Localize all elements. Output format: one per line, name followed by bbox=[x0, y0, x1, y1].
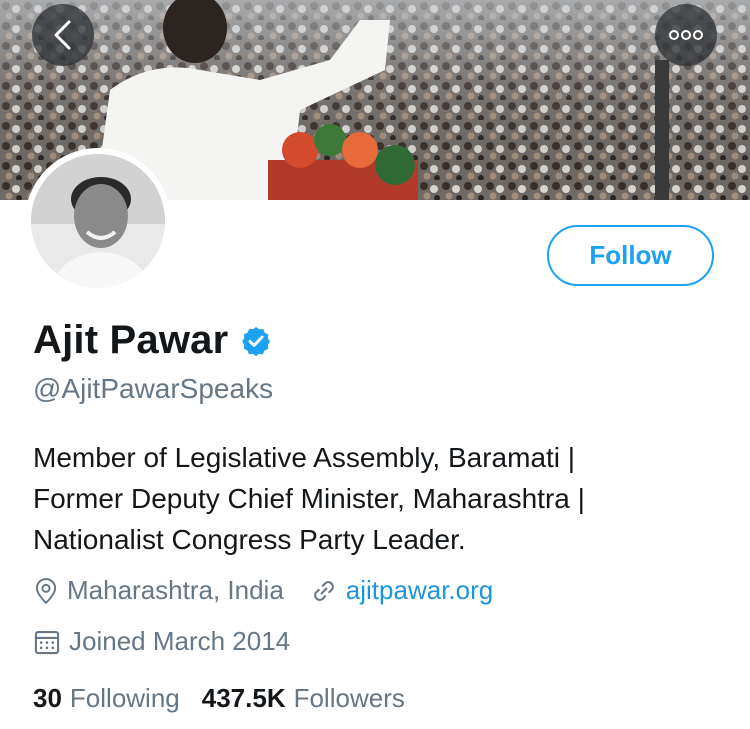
bio-line: Former Deputy Chief Minister, Maharashtr… bbox=[33, 483, 585, 514]
avatar-photo bbox=[31, 154, 165, 288]
profile-name-row: Ajit Pawar bbox=[33, 318, 272, 363]
follow-button[interactable]: Follow bbox=[547, 225, 714, 286]
profile-stats: 30 Following 437.5K Followers bbox=[33, 683, 405, 714]
joined-row: Joined March 2014 bbox=[33, 626, 290, 657]
website[interactable]: ajitpawar.org bbox=[310, 575, 493, 606]
back-button[interactable] bbox=[32, 4, 94, 66]
chevron-left-icon bbox=[54, 20, 71, 50]
followers-count: 437.5K bbox=[201, 683, 286, 713]
joined-text: Joined March 2014 bbox=[69, 626, 291, 656]
location-text: Maharashtra, India bbox=[67, 575, 284, 605]
followers-label: Followers bbox=[293, 683, 405, 713]
following-count: 30 bbox=[33, 683, 62, 713]
following-stat[interactable]: 30 Following bbox=[33, 683, 180, 714]
bio-line: Nationalist Congress Party Leader. bbox=[33, 524, 466, 555]
profile-bio: Member of Legislative Assembly, Baramati… bbox=[33, 437, 723, 560]
link-icon bbox=[310, 577, 338, 605]
more-horizontal-icon bbox=[669, 30, 703, 40]
calendar-icon bbox=[33, 628, 61, 656]
location: Maharashtra, India bbox=[33, 575, 284, 606]
verified-badge-icon bbox=[240, 325, 272, 357]
joined-date: Joined March 2014 bbox=[33, 626, 290, 657]
avatar[interactable] bbox=[31, 154, 165, 288]
follow-button-label: Follow bbox=[589, 240, 672, 270]
profile-meta-row: Maharashtra, India ajitpawar.org bbox=[33, 575, 493, 606]
location-pin-icon bbox=[33, 577, 59, 605]
bio-line: Member of Legislative Assembly, Baramati… bbox=[33, 442, 576, 473]
website-link[interactable]: ajitpawar.org bbox=[346, 575, 493, 606]
avatar-frame[interactable] bbox=[25, 148, 171, 294]
more-options-button[interactable] bbox=[655, 4, 717, 66]
following-label: Following bbox=[69, 683, 180, 713]
followers-stat[interactable]: 437.5K Followers bbox=[202, 683, 405, 714]
display-name: Ajit Pawar bbox=[33, 318, 229, 362]
profile-handle: @AjitPawarSpeaks bbox=[33, 373, 274, 404]
